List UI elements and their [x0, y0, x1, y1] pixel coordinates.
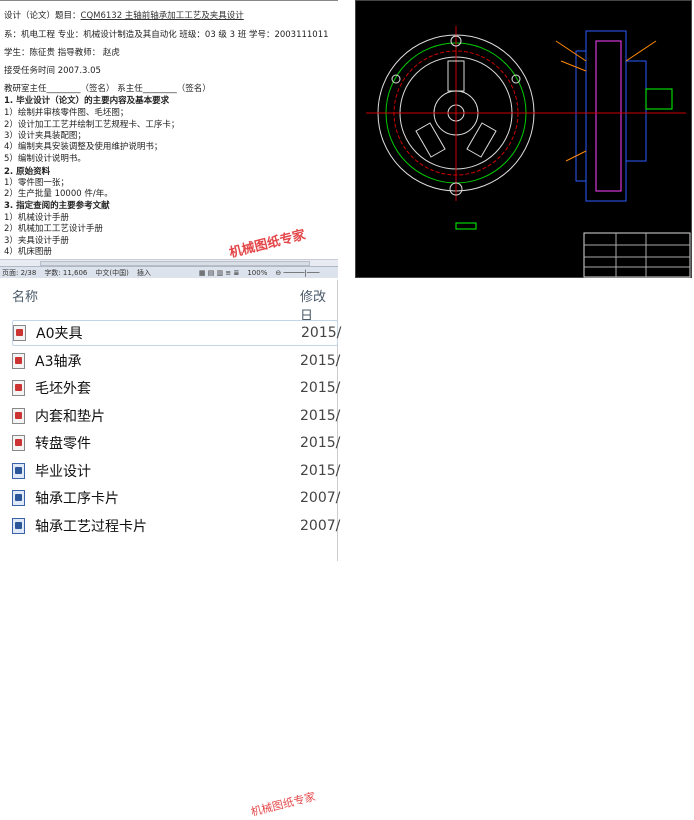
watermark: 机械图纸专家: [227, 227, 308, 262]
document-line: 3）夹具设计手册: [4, 236, 69, 246]
column-header-name[interactable]: 名称: [12, 286, 38, 305]
cad-file-icon: [12, 352, 25, 369]
file-date: 2015/: [300, 352, 341, 369]
file-item[interactable]: 轴承工序卡片 2007/: [12, 485, 341, 511]
file-name: 毛坯外套: [35, 381, 91, 397]
file-date: 2015/: [300, 462, 341, 479]
file-item[interactable]: 轴承工艺过程卡片 2007/: [12, 513, 341, 539]
file-date: 2015/: [300, 435, 341, 451]
file-list-panel: 名称 修改日 A0夹具 2015/A3轴承 2015/毛坯外套 2015/内套和垫片 2…: [0, 280, 342, 819]
page-count: 页面: 2/38: [2, 269, 37, 277]
file-item[interactable]: 毕业设计 2015/: [12, 458, 341, 484]
document-line: 1）绘制并审核零件图、毛坯图；: [4, 108, 129, 118]
file-date: 2015/: [301, 325, 342, 341]
file-date: 2007/: [300, 517, 341, 534]
document-line: 2. 原始资料: [4, 167, 51, 177]
file-item[interactable]: 转盘零件 2015/: [12, 430, 341, 456]
file-name: 转盘零件: [35, 436, 91, 452]
document-line: 1. 毕业设计（论文）的主要内容及基本要求: [4, 96, 170, 106]
document-line: 接受任务时间 2007.3.05: [4, 66, 101, 76]
column-headers: 名称 修改日: [0, 286, 338, 324]
horizontal-scrollbar[interactable]: [0, 259, 338, 266]
document-line: 3）设计夹具装配图；: [4, 131, 86, 141]
file-item[interactable]: A0夹具 2015/: [12, 320, 342, 346]
word-document-panel: 设计（论文）题目：CQM6132 主轴前轴承加工工艺及夹具设计系：机电工程 专业…: [0, 0, 338, 278]
cad-file-icon: [12, 435, 25, 451]
view-buttons[interactable]: ▦ ▤ ▥ ≡ ≣: [199, 269, 239, 277]
document-line: 1）零件图一张；: [4, 178, 69, 188]
document-line: 2）设计加工工艺并绘制工艺规程卡、工序卡；: [4, 120, 180, 130]
word-file-icon: [12, 490, 25, 506]
document-line: 学生：陈征贵 指导教师： 赵虎: [4, 48, 120, 58]
line-value: CQM6132 主轴前轴承加工工艺及夹具设计: [80, 11, 244, 21]
column-header-modified[interactable]: 修改日: [300, 286, 338, 324]
file-name: 轴承工序卡片: [35, 491, 119, 507]
document-line: 4）编制夹具安装调整及使用维护说明书；: [4, 142, 163, 152]
zoom-level[interactable]: 100%: [247, 269, 267, 277]
document-line: 2）生产批量 10000 件/年。: [4, 189, 113, 199]
document-line: 系：机电工程 专业：机械设计制造及其自动化 班级：03 级 3 班 学号：200…: [4, 30, 329, 40]
status-bar: 页面: 2/38 字数: 11,606 中文(中国) 插入 ▦ ▤ ▥ ≡ ≣ …: [0, 266, 338, 278]
cad-file-icon: [12, 407, 25, 424]
document-line: 1）机械设计手册: [4, 213, 69, 223]
document-line: 教研室主任________（签名） 系主任________（签名）: [4, 84, 211, 94]
cad-file-icon: [12, 380, 25, 396]
word-file-icon: [12, 462, 25, 479]
language[interactable]: 中文(中国): [95, 268, 128, 278]
document-line: 5）编制设计说明书。: [4, 154, 86, 164]
file-date: 2015/: [300, 407, 341, 424]
line-label: 设计（论文）题目：: [4, 11, 81, 21]
cad-file-icon: [13, 325, 26, 341]
file-name: A3轴承: [35, 353, 82, 370]
file-item[interactable]: 内套和垫片 2015/: [12, 403, 341, 429]
document-line: 4）机床图册: [4, 247, 52, 257]
file-item[interactable]: A3轴承 2015/: [12, 348, 341, 374]
file-date: 2007/: [300, 490, 341, 506]
cad-drawing-preview: [355, 0, 692, 278]
document-line: 设计（论文）题目：CQM6132 主轴前轴承加工工艺及夹具设计: [4, 11, 244, 22]
watermark: 机械图纸专家: [249, 790, 317, 819]
file-date: 2015/: [300, 380, 341, 396]
zoom-slider[interactable]: ⊖ ─────|───: [275, 269, 319, 277]
word-count: 字数: 11,606: [44, 269, 88, 277]
document-line: 2）机械加工工艺设计手册: [4, 224, 103, 234]
document-line: 3. 指定查阅的主要参考文献: [4, 201, 110, 211]
file-name: 内套和垫片: [35, 408, 105, 425]
insert-mode[interactable]: 插入: [137, 268, 151, 278]
file-item[interactable]: 毛坯外套 2015/: [12, 375, 341, 401]
file-name: 毕业设计: [35, 463, 91, 480]
file-name: 轴承工艺过程卡片: [35, 518, 147, 535]
file-name: A0夹具: [36, 326, 83, 342]
word-file-icon: [12, 517, 25, 534]
